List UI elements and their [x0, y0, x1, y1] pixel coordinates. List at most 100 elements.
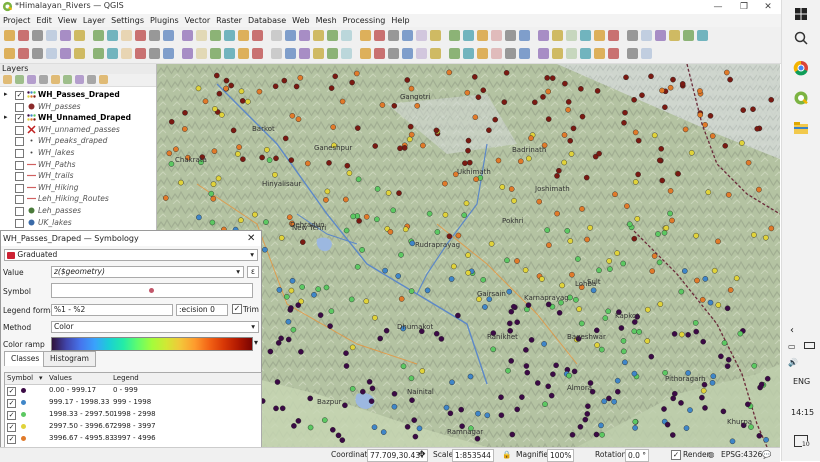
- layer-visibility-checkbox[interactable]: [15, 183, 24, 193]
- renderer-select[interactable]: Graduated ▾: [4, 249, 258, 261]
- toolbar-button[interactable]: [627, 30, 638, 41]
- toolbar-button[interactable]: [341, 30, 352, 41]
- col-legend[interactable]: Legend: [113, 373, 139, 384]
- class-values[interactable]: 999.17 - 1998.33: [49, 397, 109, 408]
- clock[interactable]: 14:15: [791, 408, 814, 417]
- class-legend[interactable]: 0 - 999: [113, 385, 138, 396]
- class-checkbox[interactable]: ✓: [7, 435, 16, 444]
- tab-histogram[interactable]: Histogram: [43, 351, 96, 367]
- class-row[interactable]: ✓ 1998.33 - 2997.50 1998 - 2998: [5, 409, 255, 420]
- toolbar-button[interactable]: [374, 30, 385, 41]
- toolbar-button[interactable]: [299, 48, 310, 59]
- class-legend[interactable]: 2998 - 3997: [113, 421, 156, 432]
- layer-item[interactable]: WH_peaks_draped: [0, 135, 150, 147]
- layers-toolbar-button[interactable]: [51, 75, 60, 84]
- layer-item[interactable]: UK_lakes: [0, 217, 150, 228]
- menu-plugins[interactable]: Plugins: [147, 14, 182, 27]
- close-button[interactable]: ✕: [755, 0, 781, 14]
- class-legend[interactable]: 3997 - 4996: [113, 433, 156, 444]
- toolbar-button[interactable]: [121, 30, 132, 41]
- class-values[interactable]: 2997.50 - 3996.67: [49, 421, 114, 432]
- toolbar-button[interactable]: [32, 48, 43, 59]
- layer-visibility-checkbox[interactable]: [15, 102, 24, 112]
- toolbar-button[interactable]: [505, 48, 516, 59]
- menu-settings[interactable]: Settings: [108, 14, 147, 27]
- toolbar-button[interactable]: [430, 48, 441, 59]
- toolbar-button[interactable]: [416, 30, 427, 41]
- method-select[interactable]: Color ▾: [51, 321, 259, 333]
- lock-icon[interactable]: 🔒: [502, 448, 511, 462]
- toolbar-button[interactable]: [402, 30, 413, 41]
- toolbar-button[interactable]: [93, 48, 104, 59]
- class-values[interactable]: 0.00 - 999.17: [49, 385, 96, 396]
- toolbar-button[interactable]: [60, 48, 71, 59]
- rotation-field[interactable]: 0.0 °: [625, 449, 650, 462]
- toolbar-button[interactable]: [107, 30, 118, 41]
- layers-toolbar-button[interactable]: [75, 75, 84, 84]
- layers-toolbar-button[interactable]: [99, 75, 108, 84]
- menu-database[interactable]: Database: [245, 14, 289, 27]
- toolbar-button[interactable]: [121, 48, 132, 59]
- toolbar-button[interactable]: [163, 48, 174, 59]
- layer-item[interactable]: WH_Hiking: [0, 182, 150, 193]
- value-field[interactable]: z($geometry) ▾: [51, 266, 244, 278]
- layer-item[interactable]: ▸ ✓ WH_Passes_Draped: [0, 89, 150, 100]
- toolbar-button[interactable]: [149, 48, 160, 59]
- toolbar-button[interactable]: [74, 48, 85, 59]
- toolbar-button[interactable]: [697, 30, 708, 41]
- toolbar-button[interactable]: [580, 30, 591, 41]
- windows-start-icon[interactable]: [793, 6, 809, 22]
- toolbar-button[interactable]: [238, 48, 249, 59]
- toolbar-button[interactable]: [360, 48, 371, 59]
- class-checkbox[interactable]: ✓: [7, 399, 16, 408]
- layer-visibility-checkbox[interactable]: [15, 125, 24, 135]
- toolbar-button[interactable]: [74, 30, 85, 41]
- toolbar-button[interactable]: [210, 30, 221, 41]
- chrome-icon[interactable]: [793, 60, 809, 76]
- layers-toolbar-button[interactable]: [15, 75, 24, 84]
- layer-item[interactable]: Leh_passes: [0, 205, 150, 216]
- toolbar-button[interactable]: [552, 48, 563, 59]
- expand-icon[interactable]: ▸: [4, 112, 8, 123]
- symbol-button[interactable]: [51, 283, 253, 298]
- toolbar-button[interactable]: [46, 30, 57, 41]
- qgis-taskbar-icon[interactable]: [793, 90, 809, 106]
- toolbar-button[interactable]: [18, 30, 29, 41]
- toolbar-button[interactable]: [224, 48, 235, 59]
- layer-item[interactable]: WH_lakes: [0, 147, 150, 158]
- toolbar-button[interactable]: [641, 48, 652, 59]
- chevron-down-icon[interactable]: ▾: [254, 338, 258, 347]
- language-indicator[interactable]: ENG: [793, 377, 810, 386]
- layer-visibility-checkbox[interactable]: [15, 137, 24, 147]
- toolbar-button[interactable]: [477, 30, 488, 41]
- toolbar-button[interactable]: [505, 30, 516, 41]
- messages-icon[interactable]: 💬: [762, 448, 771, 462]
- toolbar-button[interactable]: [271, 48, 282, 59]
- class-values[interactable]: 1998.33 - 2997.50: [49, 409, 114, 420]
- toolbar-button[interactable]: [683, 30, 694, 41]
- class-checkbox[interactable]: ✓: [7, 423, 16, 432]
- scale-field[interactable]: 1:853544: [452, 449, 494, 462]
- toolbar-button[interactable]: [149, 30, 160, 41]
- toolbar-button[interactable]: [252, 48, 263, 59]
- render-checkbox[interactable]: ✓: [671, 450, 681, 460]
- layer-item[interactable]: WH_passes: [0, 101, 150, 112]
- layers-toolbar-button[interactable]: [39, 75, 48, 84]
- class-checkbox[interactable]: ✓: [7, 387, 16, 396]
- tab-classes[interactable]: Classes: [4, 351, 47, 366]
- toolbar-button[interactable]: [491, 30, 502, 41]
- toolbar-button[interactable]: [313, 48, 324, 59]
- toolbar-button[interactable]: [430, 30, 441, 41]
- class-row[interactable]: ✓ 0.00 - 999.17 0 - 999: [5, 385, 255, 396]
- close-icon[interactable]: ✕: [247, 231, 255, 246]
- toolbar-button[interactable]: [93, 30, 104, 41]
- toolbar-button[interactable]: [163, 30, 174, 41]
- toolbar-button[interactable]: [327, 30, 338, 41]
- network-icon[interactable]: ▭: [788, 342, 796, 351]
- toolbar-button[interactable]: [519, 48, 530, 59]
- toolbar-button[interactable]: [594, 48, 605, 59]
- battery-icon[interactable]: [804, 342, 815, 349]
- toolbar-button[interactable]: [374, 48, 385, 59]
- toolbar-button[interactable]: [416, 48, 427, 59]
- menu-project[interactable]: Project: [0, 14, 33, 27]
